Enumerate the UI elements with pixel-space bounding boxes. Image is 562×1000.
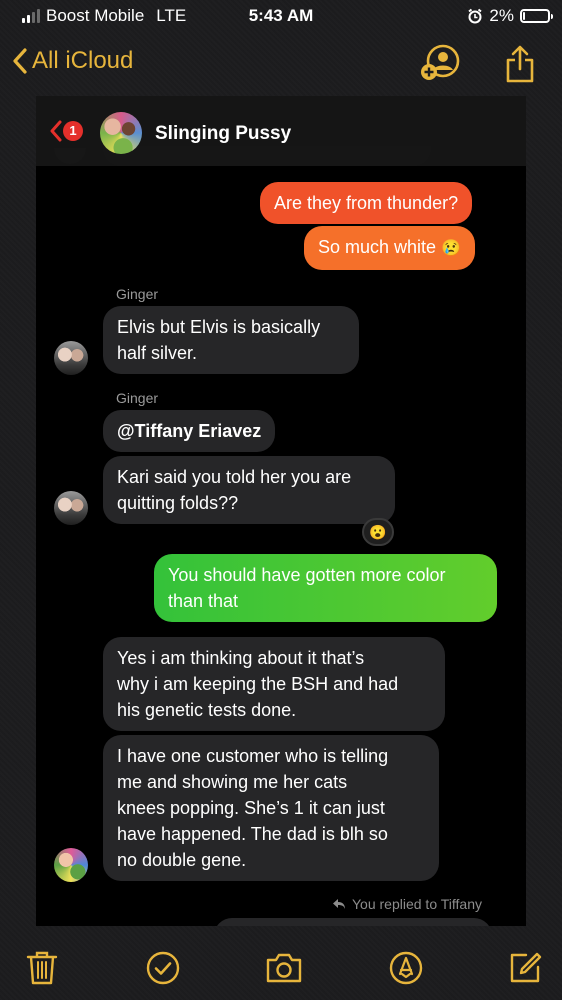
message-bubble: Are they from thunder? [260, 182, 473, 224]
mention-bubble: @Tiffany Eriavez [103, 410, 276, 452]
message-bubble: So much white 😢 [304, 226, 475, 270]
message-bubble: Yes i am thinking about it that’s why i … [103, 637, 445, 731]
reply-note: You replied to Tiffany [332, 896, 482, 912]
nav-bar: All iCloud [0, 38, 562, 90]
checklist-button[interactable] [141, 946, 185, 990]
markup-button[interactable] [384, 946, 428, 990]
chevron-left-icon [13, 48, 27, 74]
share-icon [506, 45, 534, 83]
avatar [54, 491, 88, 525]
delete-button[interactable] [20, 946, 64, 990]
alarm-icon [468, 8, 483, 24]
avatar [54, 848, 88, 882]
chat-header: 1 Slinging Pussy [36, 96, 526, 166]
message-bubble: You should have gotten more color than t… [154, 554, 497, 622]
sender-name: Ginger [116, 286, 159, 302]
reply-arrow-icon [333, 899, 345, 909]
bottom-toolbar [0, 934, 562, 1000]
compose-icon [510, 952, 542, 983]
message-bubble-partial [214, 918, 492, 926]
status-right: 2% [467, 6, 553, 26]
sender-name: Ginger [116, 390, 159, 406]
chat-title: Slinging Pussy [155, 123, 292, 144]
avatar [54, 341, 88, 375]
back-label: All iCloud [32, 47, 134, 74]
compose-button[interactable] [503, 946, 547, 990]
message-bubble: Kari said you told her you are quitting … [103, 456, 395, 524]
unread-badge: 1 [63, 121, 83, 141]
chat-back-button: 1 [50, 120, 83, 142]
trash-icon [26, 951, 58, 985]
reaction-badge: 😮 [362, 518, 394, 546]
back-button[interactable]: All iCloud [12, 47, 133, 75]
crying-emoji: 😢 [441, 240, 461, 257]
camera-button[interactable] [262, 946, 306, 990]
embedded-screenshot: 1 Slinging Pussy Are they from thunder? … [36, 96, 526, 926]
message-bubble: Elvis but Elvis is basically half silver… [103, 306, 359, 374]
camera-icon [266, 953, 302, 983]
status-bar: Boost Mobile LTE 5:43 AM 2% [0, 0, 562, 34]
message-bubble: I have one customer who is telling me an… [103, 735, 439, 881]
battery-percent: 2% [489, 6, 514, 25]
chevron-left-icon [50, 120, 62, 142]
checkmark-icon [146, 951, 180, 985]
add-person-button[interactable] [418, 42, 462, 86]
surprised-emoji: 😮 [369, 523, 387, 540]
battery-icon [520, 9, 553, 23]
share-button[interactable] [498, 42, 542, 86]
markup-icon [389, 951, 423, 985]
add-person-icon [421, 44, 460, 80]
group-avatar [100, 112, 142, 154]
